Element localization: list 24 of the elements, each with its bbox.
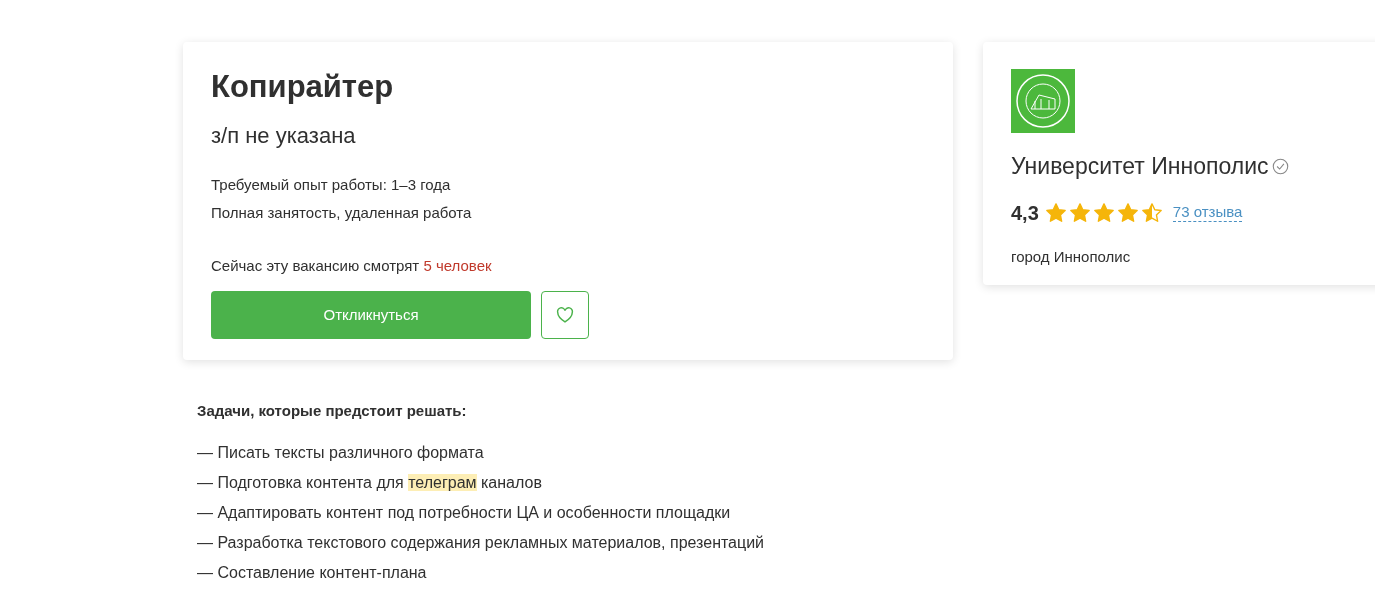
company-logo [1011,69,1075,133]
tasks-heading: Задачи, которые предстоит решать: [197,401,468,421]
star-icon [1044,202,1067,223]
star-icon [1068,202,1091,223]
viewers-text: Сейчас эту вакансию смотрят 5 человек [211,255,493,276]
vacancy-title: Копирайтер [211,68,395,106]
task-item: — Адаптировать контент под потребности ЦА и особенности площадки [197,502,732,523]
salary-text: з/п не указана [211,121,357,150]
star-icon [1092,202,1115,223]
task-item: — Подготовка контента для телеграм каналов [197,472,543,493]
heart-icon [556,307,574,324]
task-item: — Составление контент-плана [197,562,428,583]
star-icon [1116,202,1139,223]
apply-button[interactable]: Откликнуться [211,291,531,340]
rating-value: 4,3 [1011,200,1039,226]
company-name[interactable]: Университет Иннополис [1011,149,1269,184]
favorite-button[interactable] [541,291,589,340]
company-city: город Иннополис [1011,246,1132,267]
reviews-link[interactable]: 73 отзыва [1172,202,1243,223]
experience-text: Требуемый опыт работы: 1–3 года [211,174,452,195]
task-item: — Писать тексты различного формата [197,442,485,463]
task-item: — Разработка текстового содержания рекламных материалов, презентаций [197,532,766,553]
employment-text: Полная занятость, удаленная работа [211,203,473,224]
star-icon [1140,202,1163,223]
